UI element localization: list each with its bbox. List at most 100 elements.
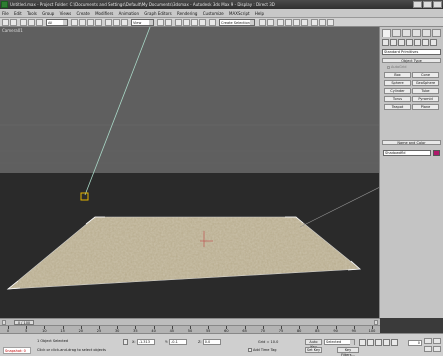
menu-file[interactable]: File bbox=[0, 9, 11, 18]
unlink-icon[interactable] bbox=[28, 19, 35, 26]
rectangle-selection-icon[interactable] bbox=[87, 19, 94, 26]
motion-tab[interactable] bbox=[412, 29, 421, 37]
menu-animation[interactable]: Animation bbox=[117, 9, 141, 18]
pan-icon[interactable] bbox=[424, 346, 432, 352]
close-button[interactable] bbox=[433, 1, 442, 8]
cameras-icon[interactable] bbox=[406, 39, 413, 46]
next-frame-icon[interactable] bbox=[383, 339, 390, 346]
move-icon[interactable] bbox=[105, 19, 112, 26]
autogrid-checkbox[interactable]: AutoGrid bbox=[387, 65, 406, 69]
z-value-field[interactable]: 0.0 bbox=[202, 339, 221, 345]
maxscript-listener-box[interactable]: Snapshot: 0 bbox=[3, 347, 31, 354]
menu-customize[interactable]: Customize bbox=[201, 9, 226, 18]
play-icon[interactable] bbox=[375, 339, 382, 346]
selection-filter-dropdown[interactable]: All bbox=[46, 19, 68, 26]
mirror-icon[interactable] bbox=[259, 19, 266, 26]
menu-tools[interactable]: Tools bbox=[25, 9, 39, 18]
modify-tab[interactable] bbox=[392, 29, 401, 37]
object-type-rollout[interactable]: Object Type bbox=[382, 58, 441, 63]
angle-snap-icon[interactable] bbox=[183, 19, 190, 26]
auto-key-button[interactable]: Auto Key bbox=[305, 339, 322, 349]
tube-button[interactable]: Tube bbox=[412, 88, 439, 94]
display-tab[interactable] bbox=[422, 29, 431, 37]
y-value-field[interactable]: -0.1 bbox=[168, 339, 187, 345]
window-crossing-icon[interactable] bbox=[95, 19, 102, 26]
spacewarps-icon[interactable] bbox=[422, 39, 429, 46]
schematic-view-icon[interactable] bbox=[293, 19, 300, 26]
key-mode-dropdown[interactable]: Selected bbox=[324, 339, 355, 345]
time-slider[interactable]: 0 / 100 bbox=[0, 318, 380, 325]
zoom-icon[interactable] bbox=[433, 338, 441, 344]
utilities-tab[interactable] bbox=[432, 29, 441, 37]
camera-viewport[interactable]: Camera01 bbox=[0, 27, 380, 318]
track-bar[interactable]: 0 5 10 15 20 25 30 35 40 45 50 55 60 65 70 75 80 85 90 95 10… bbox=[0, 325, 380, 333]
set-key-button[interactable]: Set Key bbox=[305, 347, 322, 353]
viewport-label[interactable]: Camera01 bbox=[2, 28, 23, 33]
menu-group[interactable]: Group bbox=[40, 9, 56, 18]
pyramid-button[interactable]: Pyramid bbox=[412, 96, 439, 102]
menu-help[interactable]: Help bbox=[253, 9, 266, 18]
cone-button[interactable]: Cone bbox=[412, 72, 439, 78]
lights-icon[interactable] bbox=[398, 39, 405, 46]
pivot-center-icon[interactable] bbox=[157, 19, 164, 26]
torus-button[interactable]: Torus bbox=[384, 96, 411, 102]
maximize-button[interactable] bbox=[423, 1, 432, 8]
render-setup-icon[interactable] bbox=[311, 19, 318, 26]
spinner-snap-icon[interactable] bbox=[199, 19, 206, 26]
curve-editor-icon[interactable] bbox=[285, 19, 292, 26]
menu-graph-editors[interactable]: Graph Editors bbox=[142, 9, 173, 18]
selection-lock-icon[interactable] bbox=[123, 339, 128, 345]
reference-coordinate-dropdown[interactable]: View bbox=[131, 19, 154, 26]
material-editor-icon[interactable] bbox=[301, 19, 308, 26]
systems-icon[interactable] bbox=[430, 39, 437, 46]
go-to-start-icon[interactable] bbox=[359, 339, 366, 346]
cylinder-button[interactable]: Cylinder bbox=[384, 88, 411, 94]
current-frame-field[interactable]: 0 bbox=[408, 340, 422, 346]
menu-modifiers[interactable]: Modifiers bbox=[93, 9, 115, 18]
hierarchy-tab[interactable] bbox=[402, 29, 411, 37]
menu-create[interactable]: Create bbox=[74, 9, 91, 18]
select-object-icon[interactable] bbox=[71, 19, 78, 26]
align-icon[interactable] bbox=[267, 19, 274, 26]
select-manipulate-icon[interactable] bbox=[165, 19, 172, 26]
go-to-end-icon[interactable] bbox=[391, 339, 398, 346]
menu-views[interactable]: Views bbox=[58, 9, 74, 18]
edit-named-selection-icon[interactable] bbox=[209, 19, 216, 26]
quick-render-icon[interactable] bbox=[327, 19, 334, 26]
object-name-field[interactable]: Shadowdfld bbox=[383, 150, 431, 156]
redo-icon[interactable] bbox=[10, 19, 17, 26]
menu-edit[interactable]: Edit bbox=[12, 9, 24, 18]
key-filters-button[interactable]: Key Filters... bbox=[337, 347, 359, 356]
time-config-icon[interactable] bbox=[424, 338, 432, 344]
sphere-button[interactable]: Sphere bbox=[384, 80, 411, 86]
undo-icon[interactable] bbox=[2, 19, 9, 26]
teapot-button[interactable]: Teapot bbox=[384, 104, 411, 110]
select-by-name-icon[interactable] bbox=[79, 19, 86, 26]
previous-frame-icon[interactable] bbox=[367, 339, 374, 346]
create-tab[interactable] bbox=[382, 29, 391, 37]
primitive-category-dropdown[interactable]: Standard Primitives bbox=[382, 49, 441, 55]
menu-rendering[interactable]: Rendering bbox=[175, 9, 199, 18]
bind-spacewarp-icon[interactable] bbox=[36, 19, 43, 26]
rotate-icon[interactable] bbox=[113, 19, 120, 26]
menu-maxscript[interactable]: MAXScript bbox=[227, 9, 252, 18]
helpers-icon[interactable] bbox=[414, 39, 421, 46]
box-button[interactable]: Box bbox=[384, 72, 411, 78]
named-selection-dropdown[interactable]: Create Selection Set bbox=[219, 19, 255, 31]
scale-icon[interactable] bbox=[121, 19, 128, 26]
layer-manager-icon[interactable] bbox=[277, 19, 284, 26]
x-value-field[interactable]: -1.313 bbox=[136, 339, 155, 345]
geosphere-button[interactable]: GeoSphere bbox=[412, 80, 439, 86]
orbit-icon[interactable] bbox=[433, 346, 441, 352]
shapes-icon[interactable] bbox=[390, 39, 397, 46]
object-color-swatch[interactable] bbox=[433, 150, 440, 156]
percent-snap-icon[interactable] bbox=[191, 19, 198, 26]
select-link-icon[interactable] bbox=[20, 19, 27, 26]
snap-toggle-icon[interactable] bbox=[175, 19, 182, 26]
plane-button[interactable]: Plane bbox=[412, 104, 439, 110]
render-frame-icon[interactable] bbox=[319, 19, 326, 26]
minimize-button[interactable] bbox=[413, 1, 422, 8]
name-and-color-rollout[interactable]: Name and Color bbox=[382, 140, 441, 145]
geometry-icon[interactable] bbox=[382, 39, 389, 46]
add-time-tag[interactable]: Add Time Tag bbox=[248, 348, 277, 353]
